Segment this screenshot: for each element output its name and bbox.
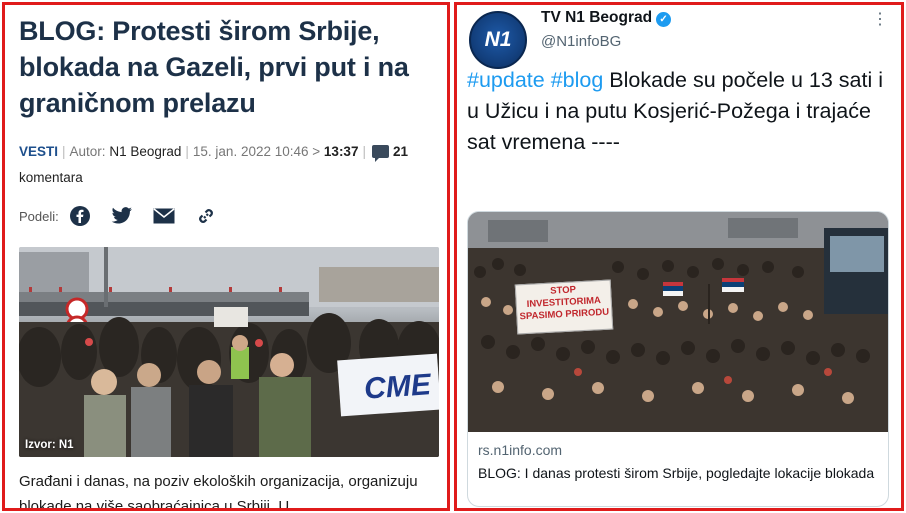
protest-scene: 80 CME bbox=[19, 247, 439, 457]
account-name[interactable]: TV N1 Beograd ✓ bbox=[541, 9, 672, 27]
comments-count[interactable]: 21 bbox=[393, 144, 408, 159]
article-title: BLOG: Protesti širom Srbije, blokada na … bbox=[19, 16, 409, 118]
more-options-icon[interactable]: ⋮ bbox=[872, 9, 889, 29]
link-icon[interactable] bbox=[195, 205, 217, 227]
photo-caption: Izvor: N1 bbox=[25, 439, 74, 451]
card-title[interactable]: BLOG: I danas protesti širom Srbije, pog… bbox=[478, 463, 878, 483]
article-panel: BLOG: Protesti širom Srbije, blokada na … bbox=[2, 2, 450, 511]
link-card[interactable]: STOP INVESTITORIMA SPASIMO PRIRODU rs.n1… bbox=[467, 211, 889, 507]
comments-label[interactable]: komentara bbox=[19, 170, 83, 185]
author-label: Autor: bbox=[69, 144, 106, 159]
banner-text: CME bbox=[363, 368, 433, 406]
facebook-icon[interactable] bbox=[69, 205, 91, 227]
email-icon[interactable] bbox=[153, 205, 175, 227]
comment-icon[interactable] bbox=[371, 145, 389, 162]
share-label: Podeli: bbox=[19, 208, 59, 224]
article-lead: Građani i danas, na poziv ekoloških orga… bbox=[19, 473, 418, 511]
account-handle[interactable]: @N1infoBG bbox=[541, 33, 621, 50]
author-link[interactable]: N1 Beograd bbox=[109, 144, 181, 159]
card-photo: STOP INVESTITORIMA SPASIMO PRIRODU bbox=[468, 212, 888, 432]
protest-sign: STOP INVESTITORIMA SPASIMO PRIRODU bbox=[514, 279, 614, 335]
article-meta: VESTI | Autor: N1 Beograd | 15. jan. 2022 10… bbox=[19, 144, 408, 185]
publish-date: 15. jan. 2022 10:46 > bbox=[192, 144, 321, 159]
category-link[interactable]: VESTI bbox=[19, 144, 58, 159]
account-avatar[interactable]: N1 bbox=[469, 11, 527, 69]
account-name-text: TV N1 Beograd bbox=[541, 9, 653, 26]
card-domain[interactable]: rs.n1info.com bbox=[478, 442, 562, 458]
share-bar: Podeli: bbox=[19, 205, 237, 227]
avatar-text: N1 bbox=[484, 28, 512, 51]
hashtag-blog[interactable]: #blog bbox=[551, 68, 604, 92]
article-photo: 80 CME Izvor: N1 bbox=[19, 247, 439, 457]
tweet-panel: N1 TV N1 Beograd ✓ @N1infoBG ⋮ #update #b… bbox=[454, 2, 904, 511]
twitter-icon[interactable] bbox=[111, 205, 133, 227]
tweet-text: #update #blog Blokade su počele u 13 sat… bbox=[467, 65, 897, 158]
hashtag-update[interactable]: #update bbox=[467, 68, 545, 92]
updated-time: 13:37 bbox=[323, 144, 359, 159]
verified-badge-icon: ✓ bbox=[656, 12, 672, 27]
